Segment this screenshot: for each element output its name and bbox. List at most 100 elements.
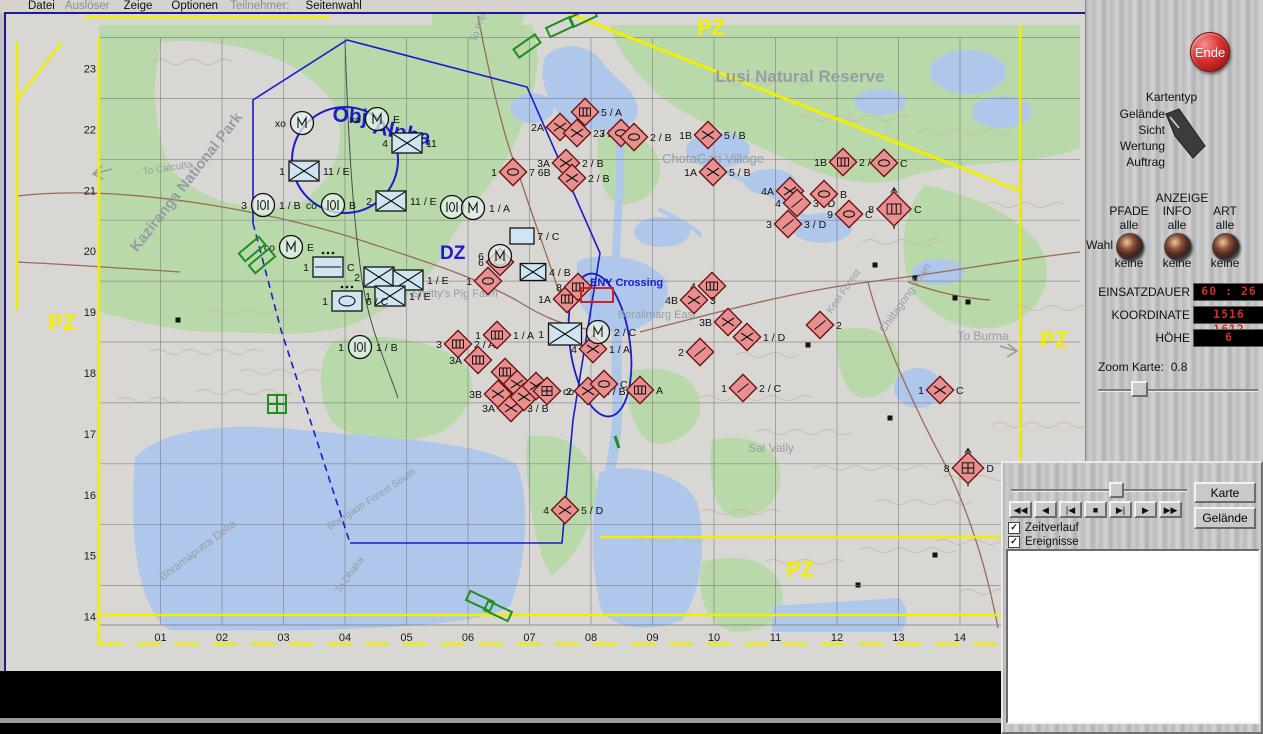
grid-row-19: 19 xyxy=(84,307,96,319)
zoom-slider-thumb[interactable] xyxy=(1131,381,1148,397)
unit-label: 3 / D xyxy=(804,219,827,231)
transport-button-6[interactable]: ▶▶ xyxy=(1159,501,1182,518)
checkbox-zeitverlauf[interactable]: ✓ xyxy=(1008,522,1020,534)
unit-label: C xyxy=(900,158,908,170)
info-knob[interactable] xyxy=(1164,233,1192,261)
kartentyp-option-sicht[interactable]: Sicht xyxy=(1086,122,1165,138)
grid-col-09: 09 xyxy=(646,632,658,644)
grid-row-23: 23 xyxy=(84,64,96,76)
unit-label: xo xyxy=(275,118,286,130)
grid-col-06: 06 xyxy=(462,632,474,644)
grid-row-18: 18 xyxy=(84,368,96,380)
gelaende-button[interactable]: Gelände xyxy=(1194,507,1256,529)
kartentyp-option-gelände[interactable]: Gelände xyxy=(1086,106,1165,122)
place-label-7: Sai Vally xyxy=(748,441,794,455)
kartentyp-option-wertung[interactable]: Wertung xyxy=(1086,138,1165,154)
kartentyp-knob-pointer[interactable] xyxy=(1163,108,1213,164)
event-listbox[interactable] xyxy=(1006,549,1260,724)
unit-label: 3 xyxy=(241,200,247,212)
unit-label: 4B xyxy=(665,295,678,307)
transport-button-4[interactable]: ▶| xyxy=(1109,501,1132,518)
unit-label: 4A xyxy=(761,186,774,198)
unit-label: 4 / B xyxy=(549,267,571,279)
unit-label: 1B xyxy=(679,130,692,142)
kartentyp-option-auftrag[interactable]: Auftrag xyxy=(1086,154,1165,170)
pfade-knob[interactable] xyxy=(1116,233,1144,261)
unit-label: 1 / A xyxy=(513,330,534,342)
unit-label: 1 / A xyxy=(609,344,630,356)
grid-col-01: 01 xyxy=(154,632,166,644)
readout-label-0: EINSATZDAUER xyxy=(1086,285,1190,299)
grid-col-14: 14 xyxy=(954,632,966,644)
unit-label: 3A xyxy=(482,403,495,415)
replay-slider-thumb[interactable] xyxy=(1109,482,1124,498)
transport-button-3[interactable]: ■ xyxy=(1084,501,1107,518)
unit-label: 1 xyxy=(538,329,544,341)
unit-label: 3B xyxy=(699,317,712,329)
unit-label: 1A xyxy=(538,294,551,306)
unit-label: 2 / B xyxy=(582,158,604,170)
zoom-karte-label: Zoom Karte: 0.8 xyxy=(1098,360,1187,374)
transport-button-2[interactable]: |◀ xyxy=(1059,501,1082,518)
grid-col-10: 10 xyxy=(708,632,720,644)
transport-button-5[interactable]: ▶ xyxy=(1134,501,1157,518)
unit-label: 1 / B xyxy=(279,200,301,212)
karte-button[interactable]: Karte xyxy=(1194,482,1256,503)
replay-panel: ◀◀◀|◀■▶|▶▶▶ Karte Gelände ✓Zeitverlauf✓E… xyxy=(1001,461,1263,734)
unit-label: 3 xyxy=(599,128,605,140)
unit-label: E xyxy=(307,242,314,254)
grid-col-13: 13 xyxy=(892,632,904,644)
unit-label: 1 xyxy=(918,385,924,397)
grid-col-05: 05 xyxy=(400,632,412,644)
grid-col-07: 07 xyxy=(523,632,535,644)
anzeige-label: ANZEIGE xyxy=(1132,191,1232,205)
checkbox-label-zeitverlauf: Zeitverlauf xyxy=(1025,522,1079,534)
unit-label: C xyxy=(914,204,922,216)
readout-value-2: 6 xyxy=(1193,329,1263,347)
transport-button-1[interactable]: ◀ xyxy=(1034,501,1057,518)
transport-button-0[interactable]: ◀◀ xyxy=(1009,501,1032,518)
unit-label: 2 / C xyxy=(614,327,637,339)
wahl-label: Wahl xyxy=(1086,238,1113,252)
unit-label: 6 xyxy=(478,251,484,263)
map-unit-friendly[interactable]: 4 / B xyxy=(520,264,571,281)
art-knob[interactable] xyxy=(1212,233,1240,261)
unit-label: 4 xyxy=(775,198,781,210)
map-window: 0102030405060708091011121314232221201918… xyxy=(4,12,1088,674)
unit-label: 1 xyxy=(338,342,344,354)
unit-label: 2 xyxy=(566,386,572,398)
unit-label: 8 xyxy=(944,463,950,475)
unit-label: xo xyxy=(350,114,361,126)
unit-label: 1 xyxy=(475,330,481,342)
unit-label: 2A xyxy=(531,122,544,134)
zoom-slider-track[interactable] xyxy=(1098,389,1258,392)
anzeige-art-alle: alle xyxy=(1195,218,1255,232)
grid-row-20: 20 xyxy=(84,246,96,258)
place-label-12: Boralimarg East xyxy=(618,309,696,321)
checkbox-ereignisse[interactable]: ✓ xyxy=(1008,536,1020,548)
unit-label: 1 / E xyxy=(427,275,449,287)
readout-label-1: KOORDINATE xyxy=(1086,308,1190,322)
unit-label: 1 xyxy=(721,383,727,395)
grid-row-22: 22 xyxy=(84,124,96,136)
unit-label: 1 xyxy=(466,276,472,288)
replay-slider-track[interactable] xyxy=(1011,489,1187,492)
grid-col-03: 03 xyxy=(277,632,289,644)
ende-button[interactable]: Ende xyxy=(1190,32,1230,72)
unit-label: 1 xyxy=(491,167,497,179)
unit-label: 1 / A xyxy=(489,203,510,215)
unit-label: 8 xyxy=(556,282,562,294)
anzeige-col-art: ART xyxy=(1195,204,1255,218)
unit-label: 3A xyxy=(449,355,462,367)
map-canvas[interactable]: 0102030405060708091011121314232221201918… xyxy=(6,14,1086,672)
unit-label: B xyxy=(349,200,356,212)
unit-label: 1 xyxy=(303,262,309,274)
unit-label: B xyxy=(840,189,847,201)
grid-col-11: 11 xyxy=(770,632,781,644)
map-unit-friendly-hq[interactable] xyxy=(441,196,464,219)
unit-label: 1A xyxy=(684,167,697,179)
unit-label: 1 / D xyxy=(763,332,786,344)
unit-label: 2 xyxy=(836,320,842,332)
unit-label: 1 / B xyxy=(376,342,398,354)
grid-row-21: 21 xyxy=(84,185,96,197)
